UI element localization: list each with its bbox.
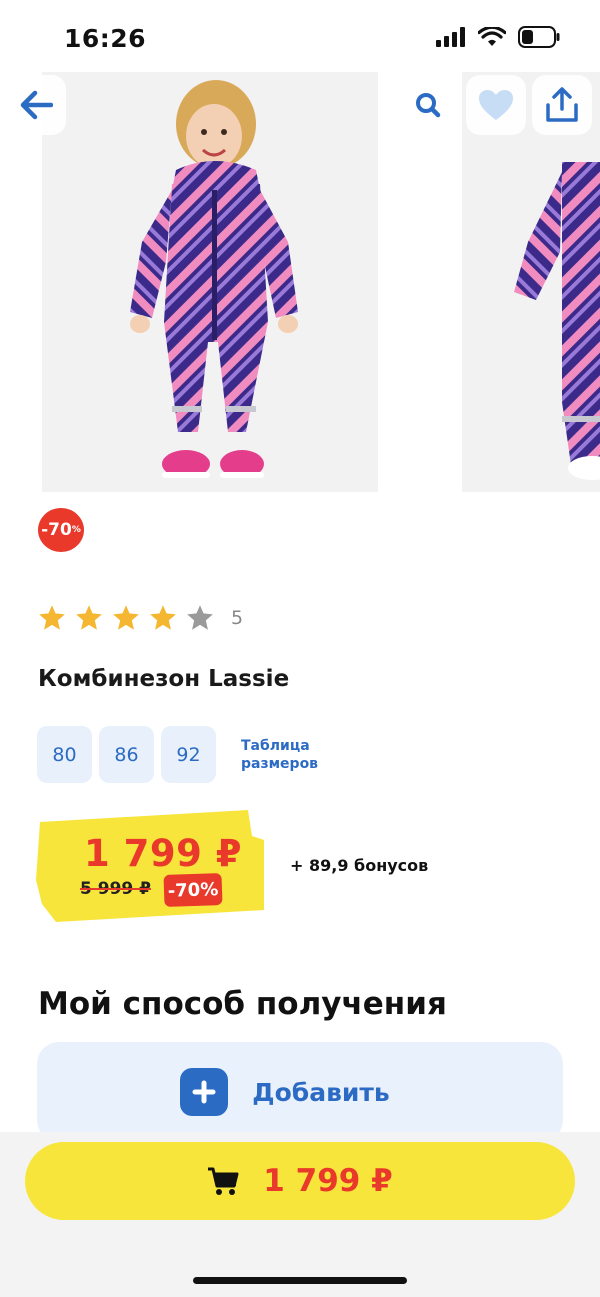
plus-icon — [180, 1068, 229, 1116]
discount-badge: -70% — [38, 508, 84, 552]
share-button[interactable] — [532, 75, 592, 135]
delivery-section-title: Мой способ получения — [38, 986, 447, 1022]
product-photo-next[interactable] — [462, 72, 600, 492]
size-chip[interactable]: 86 — [99, 726, 154, 783]
rating[interactable]: 5 — [38, 604, 243, 631]
price-tag: 1 799 ₽ 5 999 ₽ -70% — [36, 810, 266, 922]
star-filled-icon — [113, 605, 139, 630]
star-filled-icon — [76, 605, 102, 630]
size-table-link[interactable]: Таблица размеров — [241, 737, 331, 773]
home-indicator — [193, 1277, 407, 1284]
price-old: 5 999 ₽ — [80, 879, 151, 899]
size-chip[interactable]: 80 — [37, 726, 92, 783]
rating-count: 5 — [231, 606, 244, 629]
discount-badge-percent: % — [71, 525, 81, 535]
add-to-cart-button[interactable]: 1 799 ₽ — [25, 1142, 575, 1220]
status-bar: 16:26 — [0, 0, 600, 72]
size-selector: 80 86 92 Таблица размеров — [37, 726, 331, 783]
cart-icon — [208, 1167, 239, 1195]
overall-photo-partial — [462, 72, 600, 492]
cellular-signal-icon — [436, 27, 465, 47]
star-filled-icon — [39, 605, 65, 630]
back-arrow-icon — [20, 90, 53, 120]
bonus-points: + 89,9 бонусов — [290, 856, 429, 875]
status-time: 16:26 — [64, 24, 147, 53]
product-photo-main[interactable] — [42, 72, 378, 492]
favorite-button[interactable] — [466, 75, 526, 135]
size-chip[interactable]: 92 — [161, 726, 216, 783]
child-overall-photo — [42, 72, 378, 492]
battery-icon — [518, 26, 560, 48]
cart-price: 1 799 ₽ — [263, 1163, 393, 1199]
search-icon — [416, 93, 441, 118]
star-empty-icon — [187, 605, 213, 630]
wifi-icon — [478, 27, 506, 46]
product-gallery[interactable] — [0, 72, 600, 494]
star-filled-icon — [150, 605, 176, 630]
add-delivery-label: Добавить — [252, 1077, 390, 1107]
price-current: 1 799 ₽ — [84, 832, 242, 875]
discount-badge-value: -70 — [41, 520, 72, 540]
status-icons — [436, 26, 560, 48]
share-icon — [546, 87, 578, 122]
price-discount: -70% — [163, 872, 223, 908]
add-delivery-button[interactable]: Добавить — [37, 1042, 563, 1142]
search-button[interactable] — [398, 75, 458, 135]
heart-icon — [479, 90, 513, 120]
product-title: Комбинезон Lassie — [38, 666, 290, 692]
back-button[interactable] — [6, 75, 66, 135]
